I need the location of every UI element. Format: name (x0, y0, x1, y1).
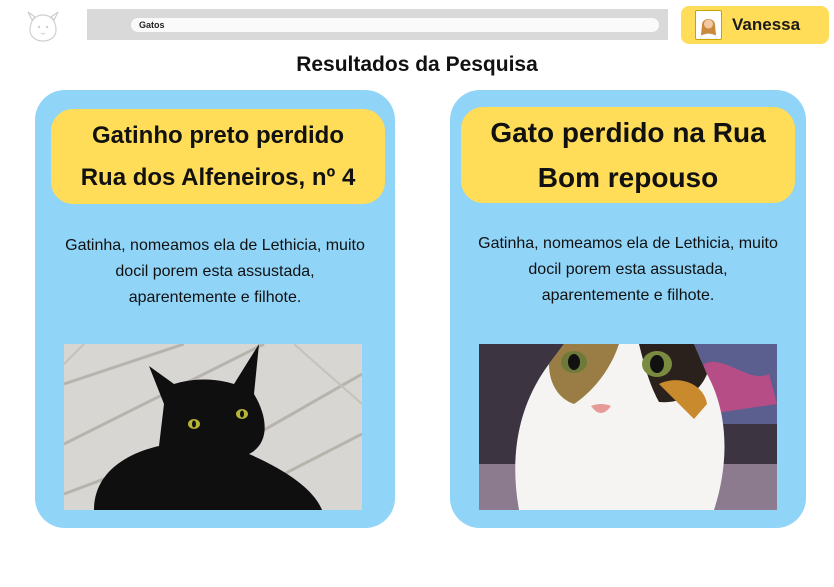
search-bar (87, 9, 668, 40)
card-description-line: docil porem esta assustada, (528, 261, 728, 278)
user-profile-button[interactable]: Vanessa (681, 6, 829, 44)
avatar (695, 10, 722, 40)
card-description: Gatinha, nomeamos ela de Lethicia, muito… (35, 233, 395, 311)
card-description: Gatinha, nomeamos ela de Lethicia, muito… (450, 231, 806, 309)
card-description-line: docil porem esta assustada, (115, 263, 315, 280)
search-input[interactable] (131, 18, 659, 32)
card-title: Gatinho preto perdido Rua dos Alfeneiros… (51, 109, 385, 204)
page-title: Resultados da Pesquisa (296, 53, 538, 76)
card-title-line: Bom repouso (537, 162, 719, 193)
card-description-line: aparentemente e filhote. (128, 289, 302, 306)
card-description-line: aparentemente e filhote. (541, 287, 715, 304)
result-card[interactable]: Gato perdido na Rua Bom repouso Gatinha,… (450, 90, 806, 528)
user-avatar-icon (699, 19, 718, 39)
card-description-line: Gatinha, nomeamos ela de Lethicia, muito (65, 237, 365, 254)
card-title: Gato perdido na Rua Bom repouso (461, 107, 795, 203)
card-title-line: Rua dos Alfeneiros, nº 4 (80, 163, 356, 191)
app-logo[interactable] (22, 8, 64, 46)
black-cat-photo[interactable] (64, 344, 362, 510)
user-name: Vanessa (732, 15, 801, 34)
result-card[interactable]: Gatinho preto perdido Rua dos Alfeneiros… (35, 90, 395, 528)
card-title-line: Gato perdido na Rua (490, 117, 766, 148)
calico-cat-photo[interactable] (479, 344, 777, 510)
card-description-line: Gatinha, nomeamos ela de Lethicia, muito (478, 235, 778, 252)
card-title-line: Gatinho preto perdido (92, 121, 344, 149)
dog-logo-icon (27, 11, 59, 42)
